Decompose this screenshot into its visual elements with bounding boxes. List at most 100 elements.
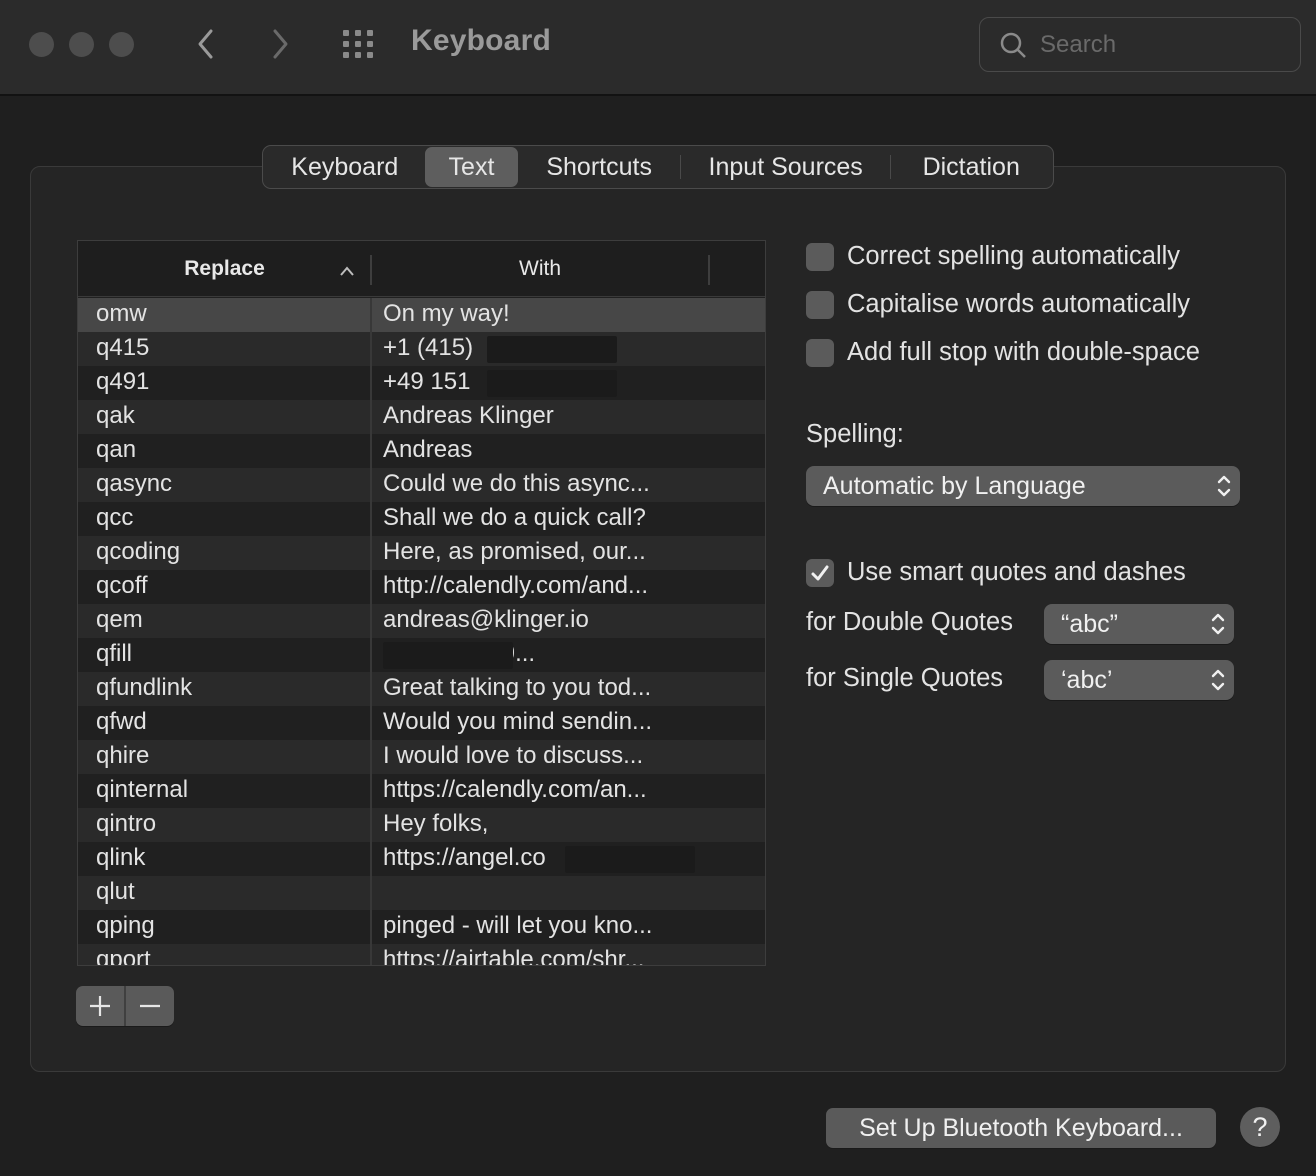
table-row[interactable]: qcoding Here, as promised, our... [78, 536, 765, 570]
table-row[interactable]: qfundlink Great talking to you tod... [78, 672, 765, 706]
correct-spelling-checkbox[interactable] [806, 242, 834, 271]
replace-cell: qping [96, 912, 155, 939]
with-cell: Would you mind sendin... [383, 708, 653, 735]
replace-cell: qhire [96, 742, 150, 769]
with-cell: andreas@klinger.io [383, 606, 589, 633]
table-row[interactable]: qcc Shall we do a quick call? [78, 502, 765, 536]
updown-chevron-icon [1208, 474, 1240, 498]
tab-keyboard[interactable]: Keyboard [265, 147, 425, 187]
checkmark-icon [811, 565, 829, 580]
minimize-window-button[interactable] [69, 32, 94, 57]
table-row[interactable]: q415 +1 (415) [78, 332, 765, 366]
full-stop-option[interactable]: Add full stop with double-space [806, 338, 1200, 367]
double-quotes-popup[interactable]: “abc” [1044, 604, 1234, 644]
tab-shortcuts[interactable]: Shortcuts [518, 147, 680, 187]
with-cell: Great talking to you tod... [383, 674, 652, 701]
table-row[interactable]: qintro Hey folks, [78, 808, 765, 842]
capitalise-words-checkbox[interactable] [806, 290, 834, 319]
chevron-right-icon [273, 29, 288, 59]
replace-cell: qfwd [96, 708, 147, 735]
with-cell: pinged - will let you kno... [383, 912, 653, 939]
table-row[interactable]: qlut [78, 876, 765, 910]
table-row[interactable]: qinternal https://calendly.com/an... [78, 774, 765, 808]
replace-cell: qport [96, 946, 151, 966]
grid-icon [343, 30, 349, 36]
table-row[interactable]: qping pinged - will let you kno... [78, 910, 765, 944]
replace-cell: qlink [96, 844, 146, 871]
add-remove-control [76, 986, 174, 1026]
with-cell: https://angel.co [383, 844, 546, 871]
replace-cell: qem [96, 606, 143, 633]
text-replacements-table[interactable]: Replace With omw On my way! q415 +1 (415) q4… [77, 240, 766, 966]
updown-chevron-icon [1202, 668, 1234, 692]
table-row[interactable]: qak Andreas Klinger [78, 400, 765, 434]
tab-input-sources[interactable]: Input Sources [681, 147, 890, 187]
replace-cell: omw [96, 300, 147, 327]
back-button[interactable] [186, 22, 226, 66]
single-quotes-label: for Single Quotes [806, 664, 1004, 692]
redaction-block [383, 642, 513, 669]
spelling-popup[interactable]: Automatic by Language [806, 466, 1240, 506]
help-button[interactable]: ? [1240, 1107, 1280, 1147]
single-quotes-value: ‘abc’ [1061, 665, 1113, 694]
full-stop-label: Add full stop with double-space [847, 338, 1200, 366]
table-row[interactable]: omw On my way! [78, 298, 765, 332]
search-input[interactable] [1040, 26, 1290, 64]
capitalise-words-option[interactable]: Capitalise words automatically [806, 290, 1190, 319]
correct-spelling-option[interactable]: Correct spelling automatically [806, 242, 1180, 271]
table-row[interactable]: qan Andreas [78, 434, 765, 468]
double-quotes-label: for Double Quotes [806, 608, 1013, 636]
chevron-left-icon [198, 29, 213, 59]
search-field[interactable] [979, 17, 1301, 72]
table-row[interactable]: qem andreas@klinger.io [78, 604, 765, 638]
replace-cell: qfundlink [96, 674, 193, 701]
title-bar: Keyboard [0, 0, 1316, 96]
set-up-bluetooth-keyboard-button[interactable]: Set Up Bluetooth Keyboard... [826, 1108, 1216, 1148]
smart-quotes-checkbox[interactable] [806, 558, 834, 587]
table-row[interactable]: qport https://airtable.com/shr... [78, 944, 765, 966]
column-divider[interactable] [708, 255, 710, 285]
smart-quotes-option[interactable]: Use smart quotes and dashes [806, 558, 1186, 587]
replace-cell: qcc [96, 504, 134, 531]
add-replacement-button[interactable] [76, 986, 124, 1026]
zoom-window-button[interactable] [109, 32, 134, 57]
table-row[interactable]: q491 +49 151 [78, 366, 765, 400]
column-header-with[interactable]: With [371, 241, 709, 297]
with-cell: On my way! [383, 300, 510, 327]
table-row[interactable]: qlink https://angel.co [78, 842, 765, 876]
replace-cell: qfill [96, 640, 133, 667]
window-title: Keyboard [411, 24, 551, 57]
replace-cell: qintro [96, 810, 157, 837]
capitalise-words-label: Capitalise words automatically [847, 290, 1190, 318]
tab-text[interactable]: Text [424, 147, 519, 187]
plus-icon [90, 996, 111, 1016]
replace-cell: qinternal [96, 776, 189, 803]
tab-dictation[interactable]: Dictation [891, 147, 1051, 187]
table-row[interactable]: qfillore Street, 9... [78, 638, 765, 672]
single-quotes-popup[interactable]: ‘abc’ [1044, 660, 1234, 700]
column-header-replace[interactable]: Replace [78, 241, 371, 297]
table-row[interactable]: qhire I would love to discuss... [78, 740, 765, 774]
table-row[interactable]: qasync Could we do this async... [78, 468, 765, 502]
with-cell: https://airtable.com/shr... [383, 946, 645, 966]
remove-replacement-button[interactable] [126, 986, 174, 1026]
table-row[interactable]: qfwd Would you mind sendin... [78, 706, 765, 740]
table-header: Replace With [78, 241, 765, 297]
spelling-label: Spelling: [806, 420, 904, 448]
column-divider-line [370, 298, 372, 965]
show-all-button[interactable] [340, 26, 380, 62]
replace-cell: qlut [96, 878, 135, 905]
updown-chevron-icon [1202, 612, 1234, 636]
replace-cell: qasync [96, 470, 173, 497]
replace-cell: qcoff [96, 572, 148, 599]
replace-cell: qan [96, 436, 137, 463]
replace-cell: qcoding [96, 538, 181, 565]
with-cell: Here, as promised, our... [383, 538, 646, 565]
table-row[interactable]: qcoff http://calendly.com/and... [78, 570, 765, 604]
full-stop-checkbox[interactable] [806, 338, 834, 367]
close-window-button[interactable] [29, 32, 54, 57]
spelling-value: Automatic by Language [823, 471, 1086, 500]
forward-button[interactable] [260, 22, 300, 66]
redaction-block [565, 846, 695, 873]
replace-cell: qak [96, 402, 135, 429]
